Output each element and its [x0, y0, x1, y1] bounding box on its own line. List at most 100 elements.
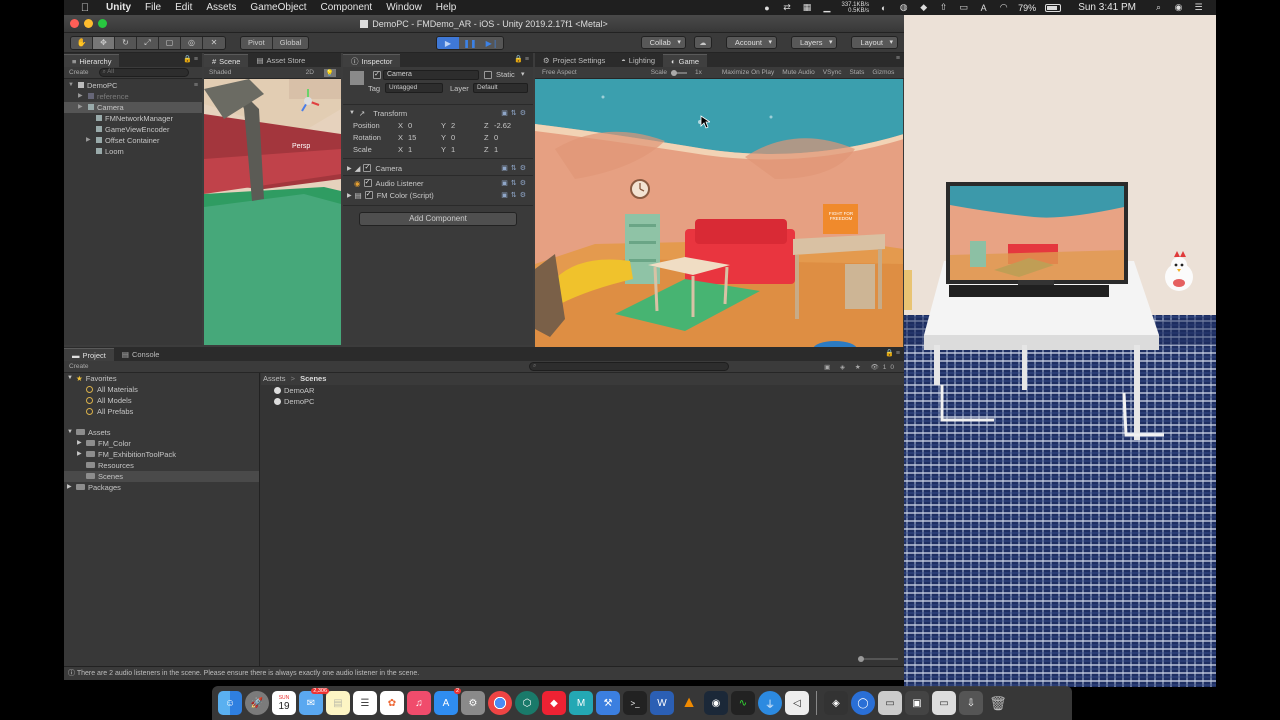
persp-label[interactable]: Persp	[292, 143, 310, 150]
hierarchy-item-reference[interactable]: ▶ reference	[64, 91, 202, 102]
upload-icon[interactable]: ⇧	[938, 2, 949, 13]
battery-icon[interactable]	[1045, 3, 1062, 12]
static-dropdown-icon[interactable]: ▾	[521, 70, 525, 78]
unity-icon[interactable]: ◈	[824, 691, 848, 715]
folder-scenes[interactable]: Scenes	[64, 471, 259, 482]
expand-arrow-icon[interactable]: ▼	[68, 80, 74, 91]
hand-tool-icon[interactable]: ✋	[71, 36, 93, 49]
activity-monitor-icon[interactable]: ∿	[731, 691, 755, 715]
notification-center-icon[interactable]: ☰	[1193, 2, 1204, 13]
packages-header[interactable]: ▶ Packages	[64, 482, 259, 493]
collab-dropdown[interactable]: Collab	[640, 36, 686, 49]
collapse-arrow-icon[interactable]: ▶	[78, 91, 83, 102]
scene-menu-icon[interactable]: ≡	[194, 80, 198, 91]
object-name-field[interactable]: Camera	[383, 70, 479, 80]
project-create-dropdown[interactable]: Create	[69, 363, 89, 370]
scale-slider[interactable]	[670, 69, 687, 76]
favorite-all-materials[interactable]: All Materials	[64, 384, 259, 395]
panel-menu-icon[interactable]: 🔒 ≡	[183, 55, 198, 63]
photos-icon[interactable]: ✿	[380, 691, 404, 715]
menu-unity[interactable]: Unity	[106, 2, 131, 13]
position-z-field[interactable]: -2.62	[494, 121, 527, 130]
light-toggle-icon[interactable]: 💡	[323, 68, 336, 77]
record-icon[interactable]: ●	[761, 2, 772, 13]
menu-file[interactable]: File	[145, 2, 161, 13]
status-bar[interactable]: ⓘ There are 2 audio listeners in the sce…	[64, 666, 904, 680]
scene-gizmo[interactable]	[294, 87, 322, 115]
folder-fm-color[interactable]: ▶ FM_Color	[64, 438, 259, 449]
launchpad-icon[interactable]: 🚀	[245, 691, 269, 715]
pdf-icon[interactable]: ◆	[542, 691, 566, 715]
rect-tool-icon[interactable]: ▢	[159, 36, 181, 49]
music-icon[interactable]: ♫	[407, 691, 431, 715]
steam-icon[interactable]: ◉	[704, 691, 728, 715]
trash-icon[interactable]: 🗑	[986, 691, 1010, 715]
hierarchy-item-loom[interactable]: Loom	[64, 146, 202, 157]
fm-color-enabled-checkbox[interactable]: ✓	[364, 191, 373, 199]
favorite-all-prefabs[interactable]: All Prefabs	[64, 406, 259, 417]
aspect-dropdown[interactable]: Free Aspect	[542, 69, 577, 76]
grid-icon[interactable]: ▦	[801, 2, 812, 13]
hierarchy-item-camera[interactable]: ▶ Camera	[64, 102, 202, 113]
vlc-icon[interactable]: ▲	[677, 691, 701, 715]
tuner-icon[interactable]: ⏚	[758, 691, 782, 715]
panel-menu-icon[interactable]: ≡	[896, 55, 900, 62]
scale-x-field[interactable]: 1	[408, 145, 441, 154]
tab-project[interactable]: ▬ Project	[64, 348, 114, 361]
mute-audio-toggle[interactable]: Mute Audio	[782, 69, 815, 76]
finder-icon[interactable]: ☺	[218, 691, 242, 715]
collapse-arrow-icon[interactable]: ▶	[67, 482, 72, 493]
position-x-field[interactable]: 0	[408, 121, 441, 130]
expand-arrow-icon[interactable]: ▶	[347, 165, 352, 172]
notes-icon[interactable]: ▤	[326, 691, 350, 715]
hierarchy-item-fmnetworkmanager[interactable]: FMNetworkManager	[64, 113, 202, 124]
add-component-button[interactable]: Add Component	[359, 212, 517, 226]
rotate-tool-icon[interactable]: ↻	[115, 36, 137, 49]
account-dropdown[interactable]: Account	[725, 36, 777, 49]
shuffle-icon[interactable]: ⇄	[781, 2, 792, 13]
minimized-window-icon[interactable]: ▭	[932, 691, 956, 715]
xcode-icon[interactable]: ⚒	[596, 691, 620, 715]
breadcrumb-assets[interactable]: Assets	[263, 374, 286, 383]
unity-hub-icon[interactable]: ◁	[785, 691, 809, 715]
tab-scene[interactable]: # Scene	[204, 54, 249, 67]
layout-dropdown[interactable]: Layout	[851, 36, 898, 49]
global-toggle[interactable]: Global	[273, 37, 309, 49]
position-y-field[interactable]: 2	[451, 121, 484, 130]
panel-menu-icon[interactable]: 🔒 ≡	[885, 349, 900, 357]
component-menu-icons[interactable]: ▣⇅⚙	[501, 164, 529, 172]
pause-button-icon[interactable]: ❚❚	[459, 37, 481, 49]
quicktime-icon[interactable]: ◯	[851, 691, 875, 715]
tag-dropdown[interactable]: Untagged	[385, 83, 443, 93]
menu-window[interactable]: Window	[386, 2, 422, 13]
menu-assets[interactable]: Assets	[206, 2, 236, 13]
collapse-arrow-icon[interactable]: ▶	[77, 438, 82, 449]
step-button-icon[interactable]: ▶❘	[481, 37, 503, 49]
menu-component[interactable]: Component	[321, 2, 373, 13]
shading-dropdown[interactable]: Shaded	[209, 69, 231, 76]
collapse-arrow-icon[interactable]: ▶	[78, 102, 83, 113]
spotlight-icon[interactable]: ⌕	[1153, 2, 1164, 13]
move-tool-icon[interactable]: ✥	[93, 36, 115, 49]
vsync-toggle[interactable]: VSync	[823, 69, 842, 76]
apple-icon[interactable]: 	[78, 2, 92, 14]
wifi-icon[interactable]: ◠	[998, 2, 1009, 13]
panel-menu-icon[interactable]: 🔒 ≡	[514, 55, 529, 63]
slider-thumb[interactable]	[670, 69, 677, 76]
input-source-icon[interactable]: A	[978, 2, 989, 13]
ghost-icon[interactable]: ◍	[898, 2, 909, 13]
tab-console[interactable]: ▤ Console	[114, 348, 168, 361]
menu-gameobject[interactable]: GameObject	[250, 2, 306, 13]
screenshot-icon[interactable]: ▣	[905, 691, 929, 715]
rotation-y-field[interactable]: 0	[451, 133, 484, 142]
stats-toggle[interactable]: Stats	[850, 69, 865, 76]
assets-header[interactable]: ▼ Assets	[64, 427, 259, 438]
custom-tool-icon[interactable]: ✕	[203, 37, 225, 49]
scale-y-field[interactable]: 1	[451, 145, 484, 154]
favorites-header[interactable]: ▼ ★ Favorites	[64, 373, 259, 384]
maximize-on-play-toggle[interactable]: Maximize On Play	[722, 69, 774, 76]
slider-thumb[interactable]	[858, 656, 864, 662]
static-checkbox[interactable]	[484, 71, 492, 79]
project-search-input[interactable]: ⌕	[529, 362, 729, 371]
2d-toggle[interactable]: 2D	[306, 69, 314, 76]
